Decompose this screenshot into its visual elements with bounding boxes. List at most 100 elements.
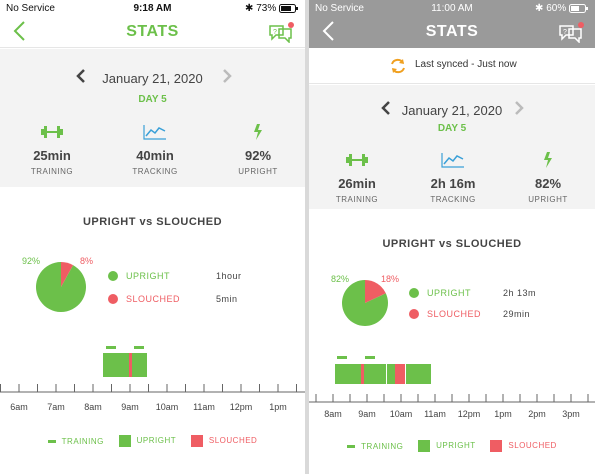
upright-block	[103, 353, 129, 377]
slouched-block	[361, 364, 364, 384]
upright-dot	[108, 270, 118, 281]
hour-label: 1pm	[494, 409, 512, 419]
upright-swatch	[118, 435, 131, 447]
hour-label: 11am	[193, 402, 215, 412]
page-title: STATS	[126, 23, 179, 40]
metric-tracking: 40min TRACKING	[115, 124, 195, 176]
stats-summary-panel: January 21, 2020 DAY 5 25min TRAINING 40…	[0, 49, 305, 187]
legend-time: 1hour	[216, 270, 242, 281]
legend-name: UPRIGHT	[126, 270, 170, 281]
metric-label: UPRIGHT	[238, 167, 278, 176]
legend-slouched: SLOUCHED	[490, 440, 556, 452]
chevron-left-icon	[381, 101, 390, 115]
hour-label: 2pm	[528, 409, 546, 419]
section-title: UPRIGHT vs SLOUCHED	[82, 216, 223, 228]
battery-icon	[279, 3, 298, 13]
hour-label: 10am	[389, 409, 413, 419]
hour-label: 1pm	[269, 402, 287, 412]
slouched-swatch	[190, 435, 203, 447]
slouched-dot	[409, 308, 419, 319]
upright-swatch	[418, 440, 431, 452]
metric-value: 40min	[136, 148, 174, 163]
metric-value: 92%	[244, 148, 272, 163]
hour-label: 9am	[358, 409, 376, 419]
metric-value: 2h 16m	[430, 176, 476, 191]
metric-tracking: 2h 16m TRACKING	[413, 152, 493, 204]
dumbbell-icon	[41, 126, 63, 138]
legend-time: 2h 13m	[503, 287, 537, 298]
upright-block	[406, 364, 431, 384]
current-date: January 21, 2020	[102, 71, 203, 86]
section-title: UPRIGHT vs SLOUCHED	[382, 238, 522, 250]
metric-label: TRAINING	[30, 167, 74, 176]
upright-slouched-pie	[36, 262, 86, 312]
training-mark	[365, 356, 375, 359]
sync-text: Last synced - Just now	[415, 59, 517, 70]
line-chart-icon	[441, 153, 464, 168]
metric-training: 25min TRAINING	[12, 124, 92, 176]
hour-label: 6am	[10, 402, 28, 412]
chat-bubbles-icon: ?	[559, 22, 584, 44]
svg-text:?: ?	[563, 29, 567, 36]
metric-label: TRAINING	[335, 195, 379, 204]
date-selector: January 21, 2020	[0, 69, 305, 88]
upright-block	[132, 353, 147, 377]
slouched-block	[129, 353, 132, 377]
chat-button[interactable]: ?	[557, 21, 585, 44]
stats-summary-panel: January 21, 2020 DAY 5 26min TRAINING 2h…	[309, 85, 595, 209]
legend-upright: UPRIGHT	[118, 435, 177, 447]
timeline-axis	[309, 394, 595, 403]
metric-upright: 82% UPRIGHT	[508, 152, 588, 204]
hour-label: 11am	[424, 409, 446, 419]
hour-label: 10am	[155, 402, 179, 412]
training-swatch	[347, 444, 356, 448]
battery-label: ✱ 60%	[535, 3, 589, 14]
next-day-button[interactable]	[222, 69, 232, 88]
next-day-button[interactable]	[514, 101, 524, 120]
refresh-icon[interactable]	[389, 57, 407, 75]
svg-text:?: ?	[273, 29, 277, 36]
legend-name: SLOUCHED	[427, 308, 482, 319]
nav-bar: STATS ?	[309, 18, 595, 48]
chat-bubbles-icon: ?	[269, 22, 294, 44]
metric-value: 25min	[33, 148, 71, 163]
legend-slouched: SLOUCHED 29min	[409, 308, 530, 319]
slouched-swatch	[490, 440, 503, 452]
upright-slouched-pie	[342, 280, 388, 326]
upright-block	[364, 364, 386, 384]
hour-label: 8am	[84, 402, 102, 412]
session-timeline	[103, 346, 147, 377]
chat-button[interactable]: ?	[267, 21, 295, 44]
metric-value: 26min	[338, 176, 376, 191]
prev-day-button[interactable]	[76, 69, 86, 88]
hour-label: 8am	[324, 409, 342, 419]
legend-slouched: SLOUCHED	[190, 435, 257, 447]
legend-name: UPRIGHT	[427, 287, 471, 298]
metric-value: 82%	[534, 176, 562, 191]
day-label: DAY 5	[138, 94, 167, 105]
line-chart-icon	[143, 125, 166, 140]
lightning-icon	[254, 124, 262, 140]
training-mark	[134, 346, 144, 349]
prev-day-button[interactable]	[381, 101, 391, 120]
current-date: January 21, 2020	[401, 103, 503, 118]
sync-status-bar: Last synced - Just now	[309, 48, 595, 84]
legend-slouched: SLOUCHED 5min	[108, 293, 238, 304]
hour-label: 12pm	[457, 409, 481, 419]
nav-bar: STATS ?	[0, 18, 305, 48]
hour-label: 7am	[47, 402, 65, 412]
upright-block	[335, 364, 361, 384]
metric-label: TRACKING	[132, 167, 178, 176]
stats-screen-right: No Service 11:00 AM ✱ 60% STATS ? Last s…	[309, 0, 595, 474]
status-bar: No Service 9:18 AM ✱ 73%	[0, 0, 305, 18]
legend-time: 5min	[216, 293, 238, 304]
legend-time: 29min	[503, 308, 531, 319]
training-mark	[106, 346, 116, 349]
lightning-icon	[544, 152, 552, 168]
battery-icon	[569, 3, 588, 13]
battery-label: ✱ 73%	[245, 3, 299, 14]
chevron-right-icon	[515, 101, 524, 115]
date-selector: January 21, 2020	[309, 101, 595, 120]
legend-upright: UPRIGHT 2h 13m	[409, 287, 536, 298]
metric-label: TRACKING	[430, 195, 476, 204]
